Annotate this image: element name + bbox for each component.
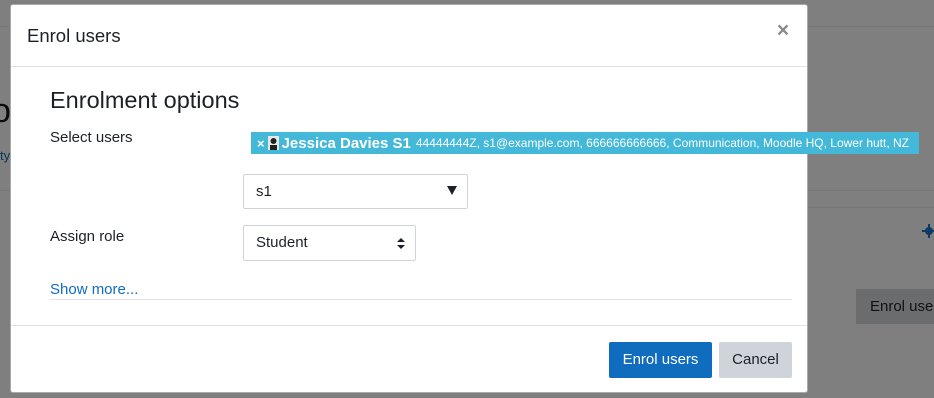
enrol-users-dialog: Enrol users × Enrolment options Select u…	[10, 4, 919, 393]
enrol-users-button[interactable]: Enrol users	[609, 342, 712, 378]
selected-user-chip[interactable]: × Jessica Davies S1 44444444Z, s1@exampl…	[251, 132, 919, 154]
chevron-down-icon	[447, 186, 457, 195]
sort-arrows-icon	[397, 238, 405, 249]
dialog-header: Enrol users ×	[11, 5, 807, 67]
backdrop-link-fragment: ty	[0, 148, 11, 163]
selected-user-details: 44444444Z, s1@example.com, 666666666666,…	[415, 136, 909, 150]
role-value: Student	[256, 234, 308, 251]
selected-user-name: Jessica Davies S1	[281, 134, 411, 152]
divider	[50, 299, 792, 300]
user-search-value: s1	[256, 183, 272, 200]
dialog-title: Enrol users	[27, 25, 121, 46]
gear-icon	[922, 224, 934, 238]
footer-divider	[11, 325, 807, 326]
backdrop-enrol-button: Enrol user	[856, 289, 934, 324]
cancel-button[interactable]: Cancel	[719, 342, 792, 378]
avatar	[267, 136, 279, 150]
backdrop-divider	[808, 207, 934, 208]
assign-role-label: Assign role	[50, 228, 125, 245]
role-select[interactable]: Student	[243, 225, 416, 261]
show-more-link[interactable]: Show more...	[50, 281, 138, 298]
section-title: Enrolment options	[50, 87, 240, 113]
select-users-label: Select users	[50, 129, 133, 146]
remove-user-icon[interactable]: ×	[257, 136, 265, 151]
user-search-select[interactable]: s1	[243, 174, 468, 209]
close-button[interactable]: ×	[773, 19, 793, 43]
